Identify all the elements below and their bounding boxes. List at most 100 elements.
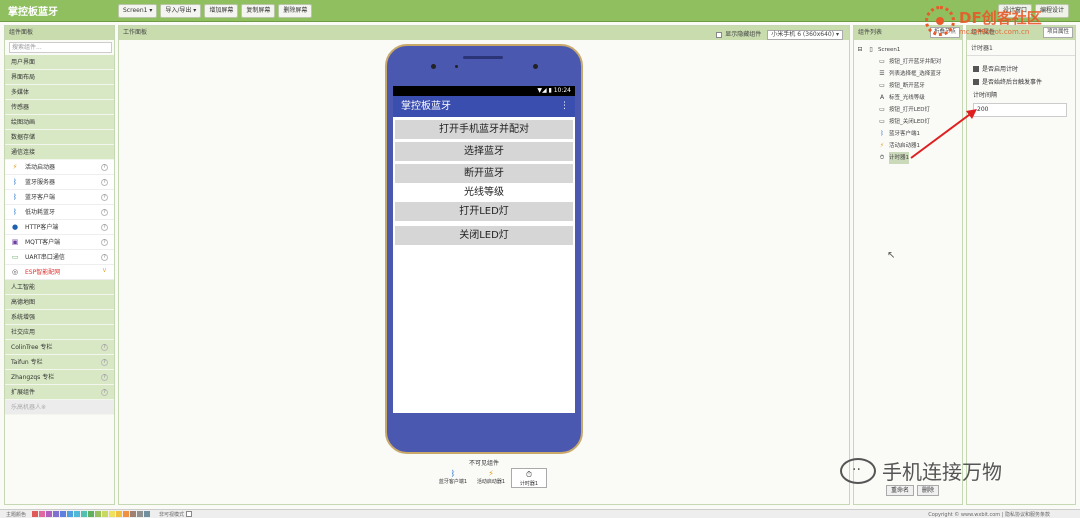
theme-swatch[interactable] (67, 511, 74, 517)
nonvisible-bluetooth-client[interactable]: ᛒ 蓝牙客户端1 (435, 468, 471, 488)
category-connectivity[interactable]: 通信连接 (5, 145, 114, 160)
enable-timer-label: 是否启用计时 (982, 66, 1019, 73)
help-icon[interactable]: ? (101, 344, 108, 351)
list-picker-icon: ☰ (879, 70, 885, 77)
theme-swatch[interactable] (123, 511, 130, 517)
category-ui[interactable]: 用户界面 (5, 55, 114, 70)
button-icon: ▭ (879, 118, 885, 125)
overflow-menu-icon[interactable]: ⋮ (560, 96, 569, 117)
theme-swatch[interactable] (39, 511, 46, 517)
category-drawing[interactable]: 绘图动画 (5, 115, 114, 130)
category-ai[interactable]: 人工智能 (5, 280, 114, 295)
category-amap[interactable]: 高德地图 (5, 295, 114, 310)
theme-swatch[interactable] (60, 511, 67, 517)
top-bar: 掌控板蓝牙 Screen1 ▾ 导入/导出 ▾ 增加屏幕 复制屏幕 删除屏幕 设… (0, 0, 1080, 22)
properties-panel: 组件属性 项目属性 计时器1 是否启用计时 是否始终后台触发事件 计时间隔 20… (966, 25, 1076, 505)
turn-on-led-button[interactable]: 打开LED灯 (395, 202, 573, 221)
app-bar: 掌控板蓝牙 ⋮ (393, 96, 575, 117)
palette-item-mqtt-client[interactable]: ▣ MQTT客户端? (5, 235, 114, 250)
help-icon[interactable]: ? (101, 208, 108, 216)
lightning-icon: ⚡ (879, 142, 885, 149)
help-icon[interactable]: ? (101, 163, 108, 171)
copy-screen-button[interactable]: 复制屏幕 (241, 3, 276, 18)
delete-screen-button[interactable]: 删除屏幕 (278, 3, 313, 18)
hide-components-checkbox[interactable] (716, 32, 723, 38)
help-icon[interactable]: ? (101, 359, 108, 366)
category-system[interactable]: 系统增强 (5, 310, 114, 325)
help-icon[interactable]: ? (101, 238, 108, 246)
help-icon[interactable]: ? (101, 223, 108, 231)
always-fire-checkbox[interactable] (973, 78, 979, 85)
palette-title: 组件面板 (5, 26, 114, 40)
bluetooth-icon: ᛒ (450, 469, 456, 478)
theme-swatch[interactable] (116, 511, 123, 517)
category-taifun[interactable]: Taifun 专栏? (5, 355, 114, 370)
screen-select[interactable]: Screen1 ▾ (118, 3, 158, 18)
help-icon[interactable]: V (101, 268, 108, 276)
turn-off-led-button[interactable]: 关闭LED灯 (395, 226, 573, 245)
help-icon[interactable]: ? (101, 389, 108, 396)
palette-item-label: 活动启动器 (25, 163, 56, 171)
category-layout[interactable]: 界面布局 (5, 70, 114, 85)
project-properties-button[interactable]: 项目属性 (1042, 27, 1073, 38)
palette-search-input[interactable]: 搜索组件... (9, 42, 112, 53)
interval-input[interactable]: 200 (973, 103, 1067, 117)
watermark-main: DF创客社区 (959, 8, 1042, 27)
mode-checkbox[interactable] (186, 511, 193, 517)
theme-swatch[interactable] (109, 511, 116, 517)
tree-root-screen1[interactable]: ⊟ ▯ Screen1 (856, 44, 960, 56)
import-export-menu[interactable]: 导入/导出 ▾ (160, 3, 202, 18)
delete-button[interactable]: 删除 (917, 485, 940, 496)
palette-item-ble[interactable]: ᛒ 低功耗蓝牙? (5, 205, 114, 220)
palette-item-uart[interactable]: ▭ UART串口通信? (5, 250, 114, 265)
category-media[interactable]: 多媒体 (5, 85, 114, 100)
disconnect-bluetooth-button[interactable]: 断开蓝牙 (395, 164, 573, 183)
theme-swatch[interactable] (95, 511, 102, 517)
theme-swatch[interactable] (74, 511, 81, 517)
category-zhangzqs[interactable]: Zhangzqs 专栏? (5, 370, 114, 385)
enable-timer-checkbox[interactable] (973, 65, 979, 72)
theme-swatch[interactable] (46, 511, 53, 517)
category-storage[interactable]: 数据存储 (5, 130, 114, 145)
hide-components-label: 显示隐藏组件 (725, 31, 762, 38)
theme-swatch[interactable] (137, 511, 144, 517)
theme-swatch[interactable] (144, 511, 151, 517)
palette-item-http-client[interactable]: ● HTTP客户端? (5, 220, 114, 235)
theme-swatch[interactable] (32, 511, 39, 517)
theme-swatch[interactable] (53, 511, 60, 517)
add-screen-button[interactable]: 增加屏幕 (204, 3, 239, 18)
tree-item[interactable]: ▭ 按钮_断开蓝牙 (856, 80, 960, 92)
help-icon[interactable]: ? (101, 193, 108, 201)
nonvisible-timer[interactable]: ⏱ 计时器1 (511, 468, 547, 488)
palette-item-label: 低功耗蓝牙 (25, 208, 56, 216)
help-icon[interactable]: ? (101, 178, 108, 186)
open-bluetooth-button[interactable]: 打开手机蓝牙并配对 (395, 120, 573, 139)
phone-screen: ▼◢ ▮ 10:24 掌控板蓝牙 ⋮ 打开手机蓝牙并配对 选择蓝牙 断开蓝牙 光… (393, 86, 575, 413)
help-icon[interactable]: ? (101, 253, 108, 261)
category-sensors[interactable]: 传感器 (5, 100, 114, 115)
theme-swatch[interactable] (81, 511, 88, 517)
palette-item-bluetooth-client[interactable]: ᛒ 蓝牙客户端? (5, 190, 114, 205)
theme-swatch[interactable] (102, 511, 109, 517)
nonvisible-title: 不可见组件 (468, 460, 499, 467)
collapse-toggle-icon[interactable]: ⊟ (856, 46, 864, 54)
sensor-icon (455, 65, 458, 68)
rename-button[interactable]: 重命名 (886, 485, 915, 496)
device-select[interactable]: 小米手机 6 (360x640) ▾ (767, 30, 843, 40)
tree-item[interactable]: ☰ 列表选择框_选择蓝牙 (856, 68, 960, 80)
category-extensions[interactable]: 扩展组件? (5, 385, 114, 400)
serial-icon: ▭ (11, 252, 19, 261)
palette-item-bluetooth-server[interactable]: ᛒ 蓝牙服务器? (5, 175, 114, 190)
select-bluetooth-button[interactable]: 选择蓝牙 (395, 142, 573, 161)
nonvisible-activity-starter[interactable]: ⚡ 活动启动器1 (473, 468, 509, 488)
tree-item[interactable]: ▭ 按钮_打开蓝牙并配对 (856, 56, 960, 68)
category-colintree[interactable]: ColinTree 专栏? (5, 340, 114, 355)
theme-swatch[interactable] (88, 511, 95, 517)
button-icon: ▭ (879, 58, 885, 65)
category-social[interactable]: 社交应用 (5, 325, 114, 340)
help-icon[interactable]: ? (101, 374, 108, 381)
bluetooth-icon: ᛒ (12, 192, 18, 201)
palette-item-activity-starter[interactable]: ⚡ 活动启动器? (5, 160, 114, 175)
theme-swatch[interactable] (130, 511, 137, 517)
palette-item-esp-config[interactable]: ◎ ESP智能配网 V (5, 265, 114, 280)
